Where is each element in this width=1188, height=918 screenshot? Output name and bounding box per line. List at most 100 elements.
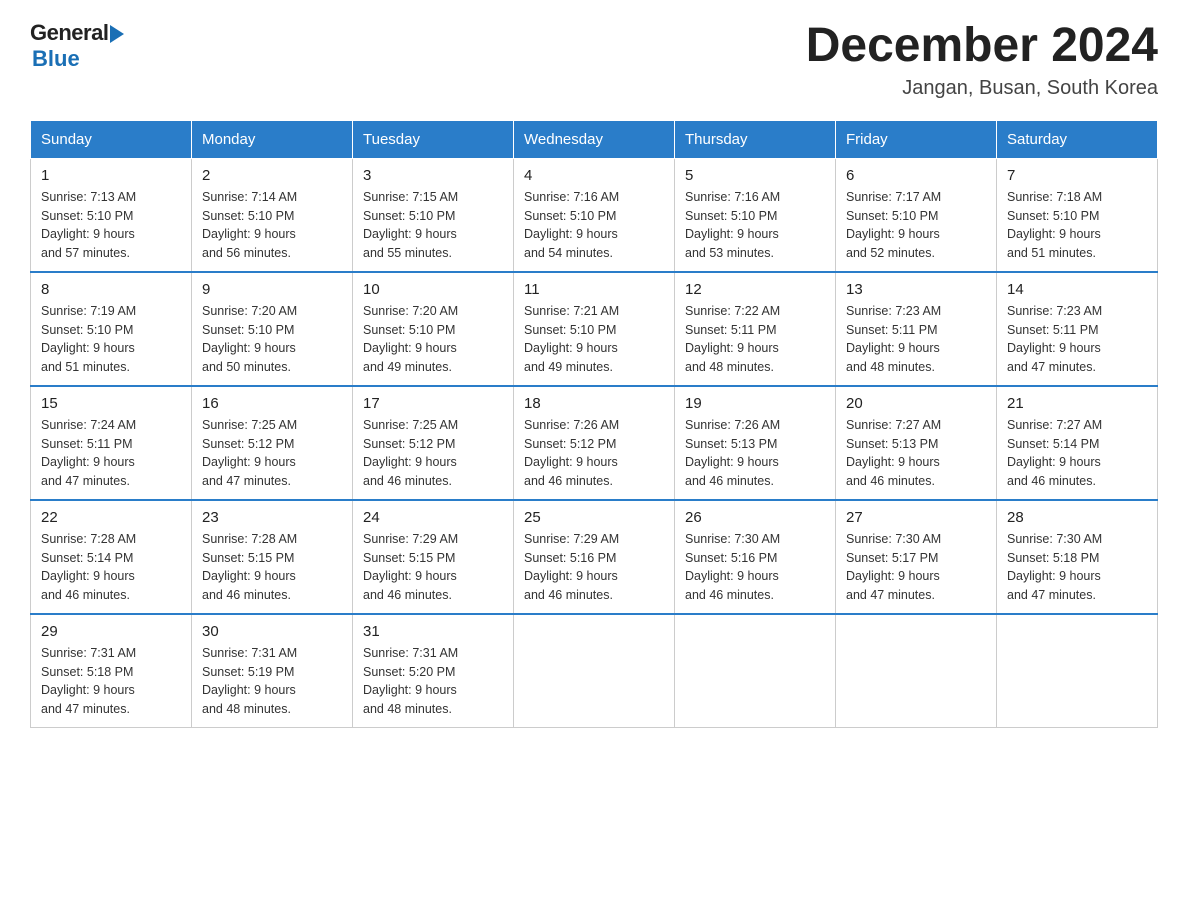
day-number: 4 [524, 167, 664, 184]
calendar-cell [997, 614, 1158, 728]
day-number: 7 [1007, 167, 1147, 184]
calendar-table: Sunday Monday Tuesday Wednesday Thursday… [30, 120, 1158, 728]
calendar-cell: 10 Sunrise: 7:20 AM Sunset: 5:10 PM Dayl… [353, 272, 514, 386]
day-info: Sunrise: 7:21 AM Sunset: 5:10 PM Dayligh… [524, 302, 664, 377]
calendar-cell: 6 Sunrise: 7:17 AM Sunset: 5:10 PM Dayli… [836, 158, 997, 272]
calendar-cell: 18 Sunrise: 7:26 AM Sunset: 5:12 PM Dayl… [514, 386, 675, 500]
title-section: December 2024 Jangan, Busan, South Korea [806, 20, 1158, 100]
day-info: Sunrise: 7:20 AM Sunset: 5:10 PM Dayligh… [363, 302, 503, 377]
col-sunday: Sunday [31, 120, 192, 158]
calendar-week-row: 22 Sunrise: 7:28 AM Sunset: 5:14 PM Dayl… [31, 500, 1158, 614]
day-number: 5 [685, 167, 825, 184]
calendar-cell: 9 Sunrise: 7:20 AM Sunset: 5:10 PM Dayli… [192, 272, 353, 386]
day-number: 9 [202, 281, 342, 298]
calendar-cell: 23 Sunrise: 7:28 AM Sunset: 5:15 PM Dayl… [192, 500, 353, 614]
calendar-week-row: 29 Sunrise: 7:31 AM Sunset: 5:18 PM Dayl… [31, 614, 1158, 728]
col-tuesday: Tuesday [353, 120, 514, 158]
calendar-cell: 21 Sunrise: 7:27 AM Sunset: 5:14 PM Dayl… [997, 386, 1158, 500]
day-info: Sunrise: 7:29 AM Sunset: 5:16 PM Dayligh… [524, 530, 664, 605]
day-number: 24 [363, 509, 503, 526]
day-number: 18 [524, 395, 664, 412]
calendar-cell: 30 Sunrise: 7:31 AM Sunset: 5:19 PM Dayl… [192, 614, 353, 728]
calendar-cell: 12 Sunrise: 7:22 AM Sunset: 5:11 PM Dayl… [675, 272, 836, 386]
calendar-cell: 7 Sunrise: 7:18 AM Sunset: 5:10 PM Dayli… [997, 158, 1158, 272]
day-info: Sunrise: 7:23 AM Sunset: 5:11 PM Dayligh… [1007, 302, 1147, 377]
day-number: 29 [41, 623, 181, 640]
day-info: Sunrise: 7:27 AM Sunset: 5:13 PM Dayligh… [846, 416, 986, 491]
logo-general-text: General [30, 20, 108, 46]
day-number: 31 [363, 623, 503, 640]
day-info: Sunrise: 7:17 AM Sunset: 5:10 PM Dayligh… [846, 188, 986, 263]
calendar-cell: 27 Sunrise: 7:30 AM Sunset: 5:17 PM Dayl… [836, 500, 997, 614]
logo-full: General [30, 20, 124, 46]
day-info: Sunrise: 7:31 AM Sunset: 5:18 PM Dayligh… [41, 644, 181, 719]
col-friday: Friday [836, 120, 997, 158]
calendar-cell [514, 614, 675, 728]
calendar-week-row: 15 Sunrise: 7:24 AM Sunset: 5:11 PM Dayl… [31, 386, 1158, 500]
day-info: Sunrise: 7:13 AM Sunset: 5:10 PM Dayligh… [41, 188, 181, 263]
day-number: 26 [685, 509, 825, 526]
day-info: Sunrise: 7:31 AM Sunset: 5:20 PM Dayligh… [363, 644, 503, 719]
calendar-cell: 1 Sunrise: 7:13 AM Sunset: 5:10 PM Dayli… [31, 158, 192, 272]
day-number: 3 [363, 167, 503, 184]
col-monday: Monday [192, 120, 353, 158]
calendar-week-row: 1 Sunrise: 7:13 AM Sunset: 5:10 PM Dayli… [31, 158, 1158, 272]
day-number: 10 [363, 281, 503, 298]
calendar-cell: 11 Sunrise: 7:21 AM Sunset: 5:10 PM Dayl… [514, 272, 675, 386]
calendar-cell: 26 Sunrise: 7:30 AM Sunset: 5:16 PM Dayl… [675, 500, 836, 614]
calendar-cell: 16 Sunrise: 7:25 AM Sunset: 5:12 PM Dayl… [192, 386, 353, 500]
day-info: Sunrise: 7:14 AM Sunset: 5:10 PM Dayligh… [202, 188, 342, 263]
calendar-cell: 5 Sunrise: 7:16 AM Sunset: 5:10 PM Dayli… [675, 158, 836, 272]
logo-blue-text: Blue [32, 46, 80, 72]
day-info: Sunrise: 7:31 AM Sunset: 5:19 PM Dayligh… [202, 644, 342, 719]
calendar-cell [675, 614, 836, 728]
calendar-cell: 29 Sunrise: 7:31 AM Sunset: 5:18 PM Dayl… [31, 614, 192, 728]
month-title: December 2024 [806, 20, 1158, 73]
calendar-cell: 8 Sunrise: 7:19 AM Sunset: 5:10 PM Dayli… [31, 272, 192, 386]
calendar-cell: 2 Sunrise: 7:14 AM Sunset: 5:10 PM Dayli… [192, 158, 353, 272]
calendar-cell: 22 Sunrise: 7:28 AM Sunset: 5:14 PM Dayl… [31, 500, 192, 614]
day-info: Sunrise: 7:25 AM Sunset: 5:12 PM Dayligh… [363, 416, 503, 491]
day-number: 12 [685, 281, 825, 298]
day-number: 2 [202, 167, 342, 184]
day-number: 17 [363, 395, 503, 412]
day-info: Sunrise: 7:28 AM Sunset: 5:15 PM Dayligh… [202, 530, 342, 605]
calendar-cell: 20 Sunrise: 7:27 AM Sunset: 5:13 PM Dayl… [836, 386, 997, 500]
day-number: 20 [846, 395, 986, 412]
calendar-cell: 28 Sunrise: 7:30 AM Sunset: 5:18 PM Dayl… [997, 500, 1158, 614]
calendar-cell: 19 Sunrise: 7:26 AM Sunset: 5:13 PM Dayl… [675, 386, 836, 500]
logo: General Blue [30, 20, 124, 72]
day-info: Sunrise: 7:29 AM Sunset: 5:15 PM Dayligh… [363, 530, 503, 605]
day-info: Sunrise: 7:25 AM Sunset: 5:12 PM Dayligh… [202, 416, 342, 491]
col-wednesday: Wednesday [514, 120, 675, 158]
day-info: Sunrise: 7:30 AM Sunset: 5:17 PM Dayligh… [846, 530, 986, 605]
day-number: 23 [202, 509, 342, 526]
day-info: Sunrise: 7:18 AM Sunset: 5:10 PM Dayligh… [1007, 188, 1147, 263]
day-number: 21 [1007, 395, 1147, 412]
calendar-cell: 4 Sunrise: 7:16 AM Sunset: 5:10 PM Dayli… [514, 158, 675, 272]
day-number: 1 [41, 167, 181, 184]
day-number: 19 [685, 395, 825, 412]
day-number: 16 [202, 395, 342, 412]
day-number: 13 [846, 281, 986, 298]
calendar-cell: 25 Sunrise: 7:29 AM Sunset: 5:16 PM Dayl… [514, 500, 675, 614]
day-info: Sunrise: 7:20 AM Sunset: 5:10 PM Dayligh… [202, 302, 342, 377]
day-info: Sunrise: 7:26 AM Sunset: 5:13 PM Dayligh… [685, 416, 825, 491]
calendar-cell: 14 Sunrise: 7:23 AM Sunset: 5:11 PM Dayl… [997, 272, 1158, 386]
day-info: Sunrise: 7:27 AM Sunset: 5:14 PM Dayligh… [1007, 416, 1147, 491]
day-info: Sunrise: 7:19 AM Sunset: 5:10 PM Dayligh… [41, 302, 181, 377]
calendar-cell: 17 Sunrise: 7:25 AM Sunset: 5:12 PM Dayl… [353, 386, 514, 500]
day-info: Sunrise: 7:16 AM Sunset: 5:10 PM Dayligh… [524, 188, 664, 263]
day-info: Sunrise: 7:15 AM Sunset: 5:10 PM Dayligh… [363, 188, 503, 263]
calendar-cell [836, 614, 997, 728]
calendar-cell: 3 Sunrise: 7:15 AM Sunset: 5:10 PM Dayli… [353, 158, 514, 272]
location-text: Jangan, Busan, South Korea [806, 77, 1158, 100]
day-number: 27 [846, 509, 986, 526]
day-number: 6 [846, 167, 986, 184]
calendar-cell: 31 Sunrise: 7:31 AM Sunset: 5:20 PM Dayl… [353, 614, 514, 728]
logo-triangle-icon [110, 25, 124, 43]
calendar-week-row: 8 Sunrise: 7:19 AM Sunset: 5:10 PM Dayli… [31, 272, 1158, 386]
page-header: General Blue December 2024 Jangan, Busan… [30, 20, 1158, 100]
calendar-cell: 13 Sunrise: 7:23 AM Sunset: 5:11 PM Dayl… [836, 272, 997, 386]
day-number: 22 [41, 509, 181, 526]
